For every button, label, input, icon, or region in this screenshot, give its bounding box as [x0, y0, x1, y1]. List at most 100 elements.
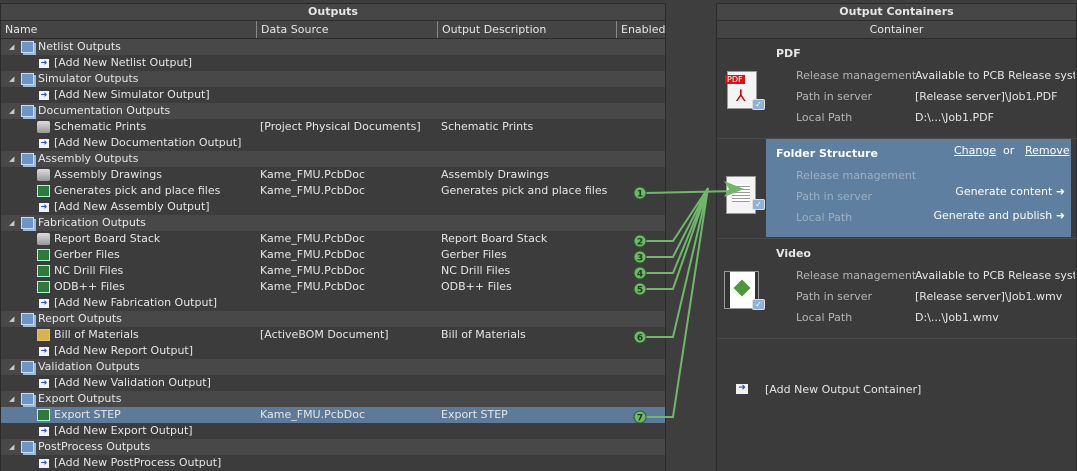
add-output-link[interactable]: [Add New Documentation Output]	[54, 135, 241, 151]
add-output-row[interactable]: ➜ [Add New Netlist Output]	[1, 55, 665, 71]
group-name: Fabrication Outputs	[38, 216, 146, 229]
add-icon: ➜	[39, 426, 49, 436]
generate-and-publish-link[interactable]: Generate and publish ➜	[933, 209, 1065, 222]
output-row[interactable]: Schematic Prints [Project Physical Docume…	[1, 119, 665, 135]
add-output-row[interactable]: ➜ [Add New Export Output]	[1, 423, 665, 439]
output-description: Generates pick and place files	[441, 184, 608, 197]
local-value: D:\...\Job1.wmv	[915, 311, 999, 324]
data-source[interactable]: Kame_FMU.PcbDoc	[260, 247, 365, 263]
add-output-link[interactable]: [Add New Assembly Output]	[54, 199, 210, 215]
container-column-header: Container	[717, 21, 1076, 39]
add-output-row[interactable]: ➜ [Add New PostProcess Output]	[1, 455, 665, 471]
add-output-row[interactable]: ➜ [Add New Validation Output]	[1, 375, 665, 391]
collapse-triangle-icon[interactable]: ◢	[9, 215, 14, 231]
collapse-triangle-icon[interactable]: ◢	[9, 391, 14, 407]
output-name: Report Board Stack	[54, 232, 161, 245]
group-row[interactable]: ◢ Export Outputs	[1, 391, 665, 407]
collapse-triangle-icon[interactable]: ◢	[9, 103, 14, 119]
add-new-output-container[interactable]: [Add New Output Container]	[765, 383, 921, 396]
group-row[interactable]: ◢ Netlist Outputs	[1, 39, 665, 55]
add-output-row[interactable]: ➜ [Add New Assembly Output]	[1, 199, 665, 215]
output-row[interactable]: Export STEP Kame_FMU.PcbDoc Export STEP	[1, 407, 665, 423]
container-video[interactable]: ✓ Video Release management Available to …	[717, 239, 1077, 339]
data-source[interactable]: [ActiveBOM Document]	[260, 327, 389, 343]
add-output-row[interactable]: ➜ [Add New Simulator Output]	[1, 87, 665, 103]
add-output-link[interactable]: [Add New Report Output]	[54, 343, 193, 359]
change-link[interactable]: Change	[954, 144, 996, 157]
collapse-triangle-icon[interactable]: ◢	[9, 39, 14, 55]
data-source[interactable]: Kame_FMU.PcbDoc	[260, 279, 365, 295]
data-source[interactable]: Kame_FMU.PcbDoc	[260, 407, 365, 423]
label: Path in server	[796, 190, 873, 203]
add-icon: ➜	[39, 90, 49, 100]
container-pdf[interactable]: PDF ⅄ ✓ PDF Release management Available …	[717, 39, 1077, 139]
collapse-triangle-icon[interactable]: ◢	[9, 439, 14, 455]
output-row[interactable]: Assembly Drawings Kame_FMU.PcbDoc Assembly…	[1, 167, 665, 183]
group-name: Assembly Outputs	[38, 152, 139, 165]
group-name: Report Outputs	[38, 312, 122, 325]
data-source[interactable]: Kame_FMU.PcbDoc	[260, 167, 365, 183]
collapse-triangle-icon[interactable]: ◢	[9, 71, 14, 87]
printer-icon	[37, 121, 50, 133]
outputs-panel: Outputs Name Data Source Output Descript…	[0, 3, 666, 471]
add-arrow-icon: ➜	[736, 384, 748, 394]
add-output-link[interactable]: [Add New Validation Output]	[54, 375, 211, 391]
check-badge-icon: ✓	[752, 199, 765, 210]
output-row[interactable]: Report Board Stack Kame_FMU.PcbDoc Report …	[1, 231, 665, 247]
check-badge-icon: ✓	[752, 99, 765, 110]
collapse-triangle-icon[interactable]: ◢	[9, 311, 14, 327]
path-value: [Release server]\Job1.PDF	[915, 90, 1058, 103]
collapse-triangle-icon[interactable]: ◢	[9, 359, 14, 375]
add-output-link[interactable]: [Add New Fabrication Output]	[54, 295, 217, 311]
group-row[interactable]: ◢ Simulator Outputs	[1, 71, 665, 87]
printer-icon	[37, 169, 50, 181]
group-row[interactable]: ◢ PostProcess Outputs	[1, 439, 665, 455]
collapse-triangle-icon[interactable]: ◢	[9, 151, 14, 167]
output-description: Report Board Stack	[441, 232, 548, 245]
data-source[interactable]: Kame_FMU.PcbDoc	[260, 231, 365, 247]
output-row[interactable]: Bill of Materials [ActiveBOM Document] Bil…	[1, 327, 665, 343]
col-enabled[interactable]: Enabled	[616, 21, 665, 38]
output-group-icon	[21, 361, 34, 373]
group-row[interactable]: ◢ Report Outputs	[1, 311, 665, 327]
col-name[interactable]: Name	[1, 21, 37, 38]
add-output-row[interactable]: ➜ [Add New Documentation Output]	[1, 135, 665, 151]
output-row[interactable]: Generates pick and place files Kame_FMU.P…	[1, 183, 665, 199]
output-name: Generates pick and place files	[54, 184, 221, 197]
remove-link[interactable]: Remove	[1025, 144, 1070, 157]
group-row[interactable]: ◢ Documentation Outputs	[1, 103, 665, 119]
add-icon: ➜	[39, 58, 49, 68]
group-row[interactable]: ◢ Assembly Outputs	[1, 151, 665, 167]
add-output-link[interactable]: [Add New Simulator Output]	[54, 87, 210, 103]
output-description: Schematic Prints	[441, 120, 534, 133]
or-text: or	[1003, 144, 1015, 157]
data-source[interactable]: Kame_FMU.PcbDoc	[260, 263, 365, 279]
col-output-description[interactable]: Output Description	[437, 21, 546, 38]
splitter[interactable]	[666, 0, 716, 471]
group-name: Netlist Outputs	[38, 40, 121, 53]
output-description: Bill of Materials	[441, 328, 526, 341]
output-name: Bill of Materials	[54, 328, 139, 341]
group-row[interactable]: ◢ Validation Outputs	[1, 359, 665, 375]
generate-content-link[interactable]: Generate content ➜	[955, 185, 1065, 198]
container-folder-structure[interactable]: ✓ Folder Structure Change or Remove Rele…	[717, 139, 1077, 239]
label: Release management	[796, 269, 917, 282]
col-data-source[interactable]: Data Source	[256, 21, 329, 38]
pcb-icon	[37, 265, 50, 277]
add-output-link[interactable]: [Add New PostProcess Output]	[54, 455, 221, 471]
container-title: Video	[776, 247, 811, 260]
label: Release management	[796, 69, 917, 82]
add-output-link[interactable]: [Add New Export Output]	[54, 423, 193, 439]
data-source[interactable]: [Project Physical Documents]	[260, 119, 421, 135]
data-source[interactable]: Kame_FMU.PcbDoc	[260, 183, 365, 199]
add-output-row[interactable]: ➜ [Add New Report Output]	[1, 343, 665, 359]
output-row[interactable]: Gerber Files Kame_FMU.PcbDoc Gerber Files	[1, 247, 665, 263]
output-group-icon	[21, 105, 34, 117]
group-row[interactable]: ◢ Fabrication Outputs	[1, 215, 665, 231]
label: Path in server	[796, 290, 873, 303]
output-row[interactable]: NC Drill Files Kame_FMU.PcbDoc NC Drill Fi…	[1, 263, 665, 279]
add-output-link[interactable]: [Add New Netlist Output]	[54, 55, 192, 71]
add-output-row[interactable]: ➜ [Add New Fabrication Output]	[1, 295, 665, 311]
pcb-icon	[37, 249, 50, 261]
output-row[interactable]: ODB++ Files Kame_FMU.PcbDoc ODB++ Files	[1, 279, 665, 295]
